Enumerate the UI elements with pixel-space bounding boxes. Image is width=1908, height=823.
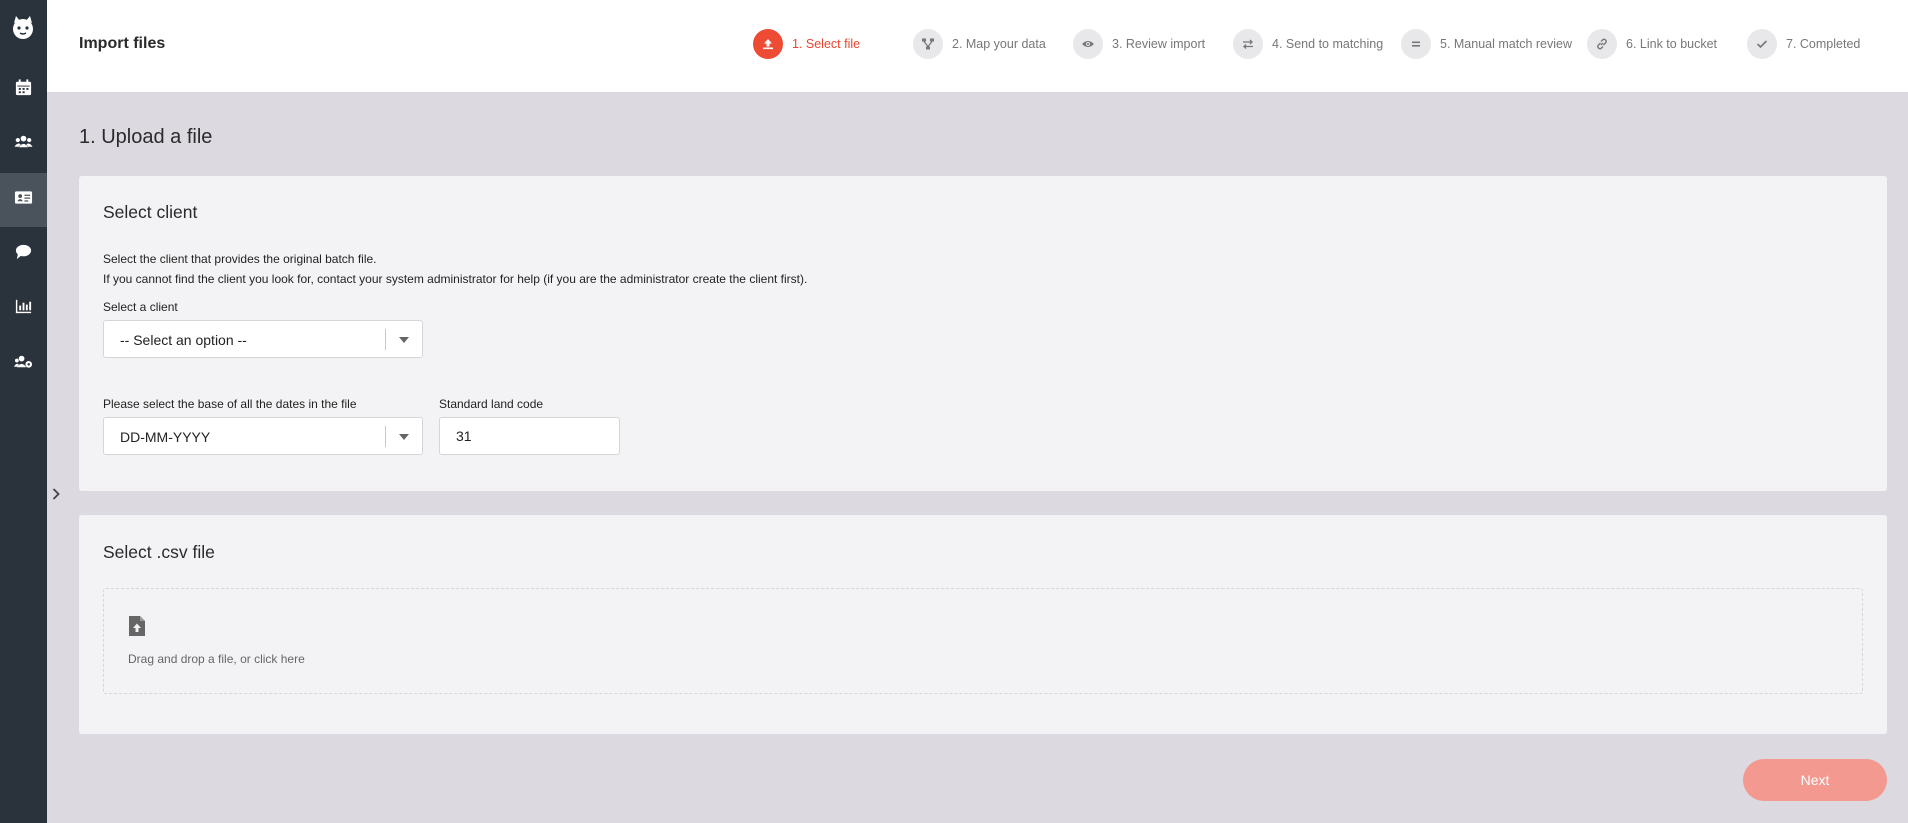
upload-icon <box>753 29 783 59</box>
equals-icon <box>1401 29 1431 59</box>
step-map-data[interactable]: 2. Map your data <box>913 29 1046 59</box>
sidebar-item-user-settings[interactable] <box>0 337 47 391</box>
date-format-select[interactable]: DD-MM-YYYY <box>103 417 423 455</box>
sidebar-item-messages[interactable] <box>0 227 47 281</box>
select-separator <box>385 426 386 447</box>
page-title: Import files <box>79 35 166 52</box>
client-select-value: -- Select an option -- <box>120 332 247 348</box>
section-title: 1. Upload a file <box>79 126 213 148</box>
sidebar-item-calendar[interactable] <box>0 63 47 117</box>
select-csv-card: Select .csv file Drag and drop a file, o… <box>79 515 1887 734</box>
select-separator <box>385 329 386 350</box>
next-button[interactable]: Next <box>1743 759 1887 801</box>
sidebar-item-reports[interactable] <box>0 282 47 336</box>
card-title: Select client <box>103 202 198 222</box>
id-card-icon <box>14 188 33 212</box>
land-code-input[interactable] <box>439 417 620 455</box>
step-label: 1. Select file <box>792 37 861 51</box>
step-label: 5. Manual match review <box>1440 37 1573 51</box>
client-select-label: Select a client <box>103 300 178 314</box>
date-format-value: DD-MM-YYYY <box>120 429 211 445</box>
step-link-to-bucket[interactable]: 6. Link to bucket <box>1587 29 1717 59</box>
users-icon <box>14 132 33 156</box>
expand-sidebar-button[interactable] <box>49 486 63 506</box>
client-description: Select the client that provides the orig… <box>103 252 377 266</box>
chevron-right-icon <box>52 487 60 505</box>
eye-icon <box>1073 29 1103 59</box>
dropzone-text: Drag and drop a file, or click here <box>128 652 305 666</box>
land-code-label: Standard land code <box>439 397 544 411</box>
chevron-down-icon[interactable] <box>398 432 410 442</box>
sidebar-item-contacts[interactable] <box>0 173 47 227</box>
sidebar-item-users[interactable] <box>0 117 47 171</box>
step-send-to-matching[interactable]: 4. Send to matching <box>1233 29 1383 59</box>
users-settings-icon <box>14 352 33 376</box>
sidebar <box>0 0 47 823</box>
file-upload-icon <box>128 615 146 637</box>
file-dropzone[interactable]: Drag and drop a file, or click here <box>103 588 1863 694</box>
card-title: Select .csv file <box>103 542 215 562</box>
bar-chart-icon <box>14 297 33 321</box>
exchange-icon <box>1233 29 1263 59</box>
check-icon <box>1747 29 1777 59</box>
step-label: 3. Review import <box>1112 37 1206 51</box>
step-select-file[interactable]: 1. Select file <box>753 29 860 59</box>
cat-logo-icon[interactable] <box>10 15 36 41</box>
step-manual-match-review[interactable]: 5. Manual match review <box>1401 29 1572 59</box>
step-label: 2. Map your data <box>952 37 1046 51</box>
chat-bubble-icon <box>14 242 33 266</box>
client-select[interactable]: -- Select an option -- <box>103 320 423 358</box>
client-help-text: If you cannot find the client you look f… <box>103 272 808 286</box>
step-label: 6. Link to bucket <box>1626 37 1718 51</box>
link-icon <box>1587 29 1617 59</box>
calendar-icon <box>14 78 33 102</box>
step-review-import[interactable]: 3. Review import <box>1073 29 1205 59</box>
step-completed[interactable]: 7. Completed <box>1747 29 1860 59</box>
step-label: 7. Completed <box>1786 37 1861 51</box>
select-client-card: Select client Select the client that pro… <box>79 176 1887 491</box>
date-format-label: Please select the base of all the dates … <box>103 397 357 411</box>
chevron-down-icon[interactable] <box>398 335 410 345</box>
sitemap-icon <box>913 29 943 59</box>
header: Import files 1. Select file 2. Map your … <box>47 0 1908 92</box>
step-label: 4. Send to matching <box>1272 37 1384 51</box>
